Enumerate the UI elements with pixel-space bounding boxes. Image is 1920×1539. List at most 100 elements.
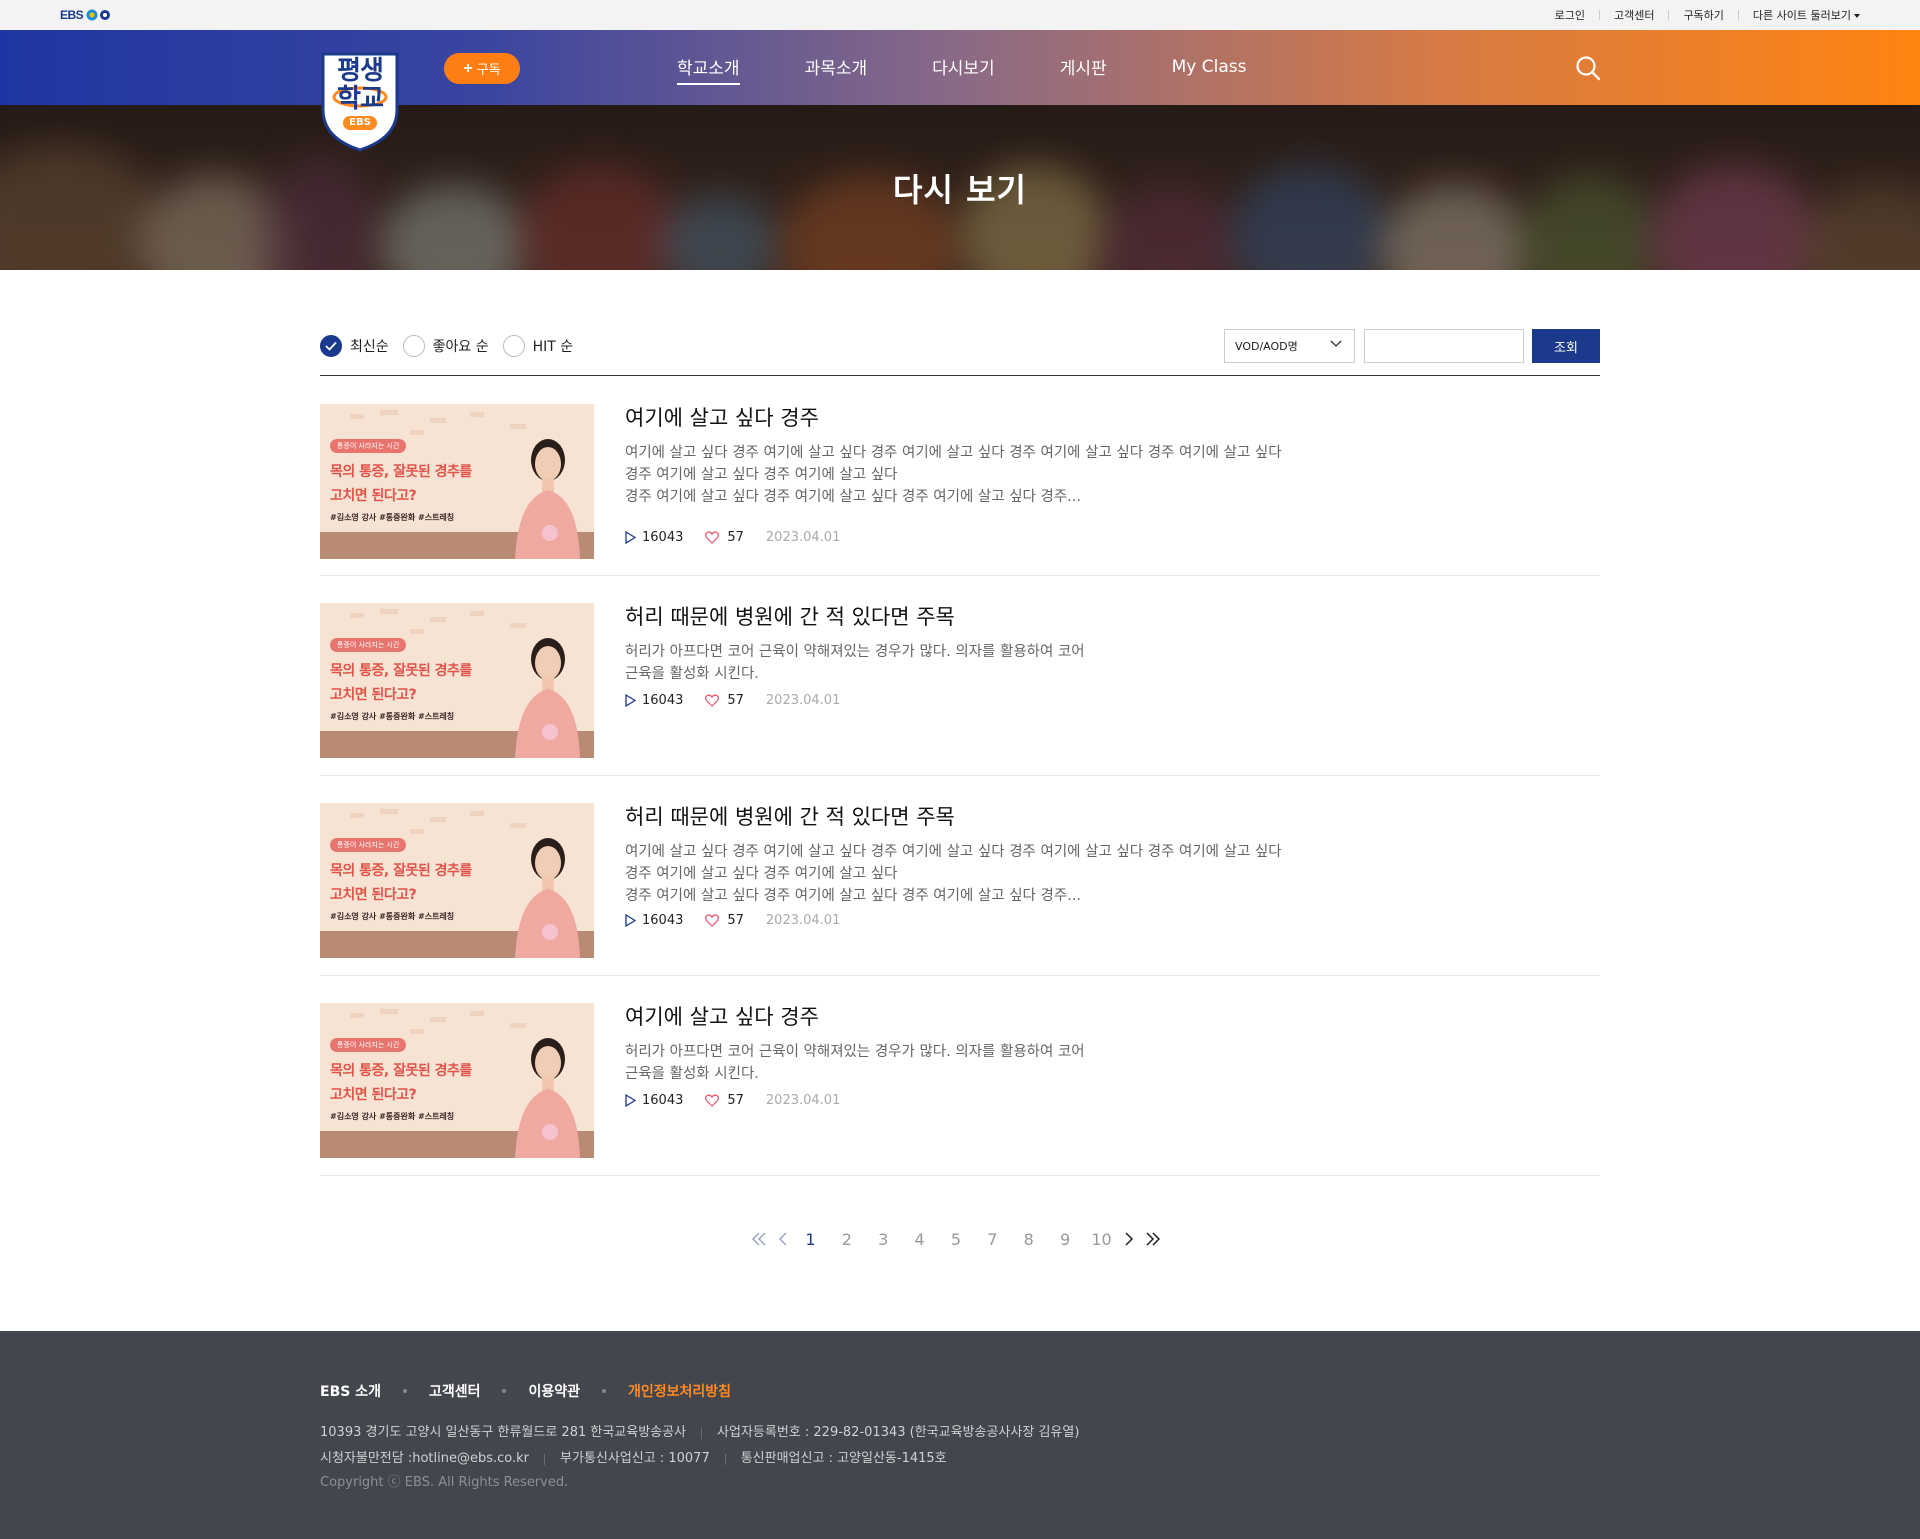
heart-icon[interactable] bbox=[705, 694, 720, 707]
search-input[interactable] bbox=[1364, 329, 1524, 363]
instructor-image bbox=[515, 1038, 580, 1158]
search-button[interactable] bbox=[1575, 55, 1601, 81]
divider bbox=[1598, 10, 1600, 20]
customer-center-link[interactable]: 고객센터 bbox=[1614, 7, 1654, 23]
play-icon bbox=[625, 1094, 636, 1107]
item-title[interactable]: 여기에 살고 싶다 경주 bbox=[625, 1001, 1325, 1031]
prev-page-icon[interactable] bbox=[774, 1230, 792, 1248]
item-meta: 16043 57 2023.04.01 bbox=[625, 530, 840, 545]
description-line: 근육을 활성화 시킨다. bbox=[625, 666, 759, 682]
nav-item-board[interactable]: 게시판 bbox=[1060, 54, 1107, 81]
page-5[interactable]: 5 bbox=[938, 1230, 974, 1249]
subscribe-label: 구독 bbox=[476, 62, 501, 77]
other-sites-label: 다른 사이트 둘러보기 bbox=[1752, 9, 1851, 22]
ebs-logo[interactable]: EBS bbox=[60, 7, 112, 23]
like-count: 57 bbox=[727, 913, 744, 928]
item-info: 허리 때문에 병원에 간 적 있다면 주목 여기에 살고 싶다 경주 여기에 살… bbox=[625, 801, 1325, 907]
other-sites-dropdown[interactable]: 다른 사이트 둘러보기 bbox=[1753, 7, 1860, 23]
instructor-image bbox=[515, 838, 580, 958]
item-info: 허리 때문에 병원에 간 적 있다면 주목 허리가 아프다면 코어 근육이 약해… bbox=[625, 601, 1325, 685]
divider bbox=[701, 1427, 703, 1439]
nav-item-my-class[interactable]: My Class bbox=[1172, 57, 1247, 79]
plus-icon: + bbox=[463, 59, 473, 77]
like-count: 57 bbox=[727, 1093, 744, 1108]
logo-line-1: 평생 bbox=[337, 56, 384, 86]
login-link[interactable]: 로그인 bbox=[1555, 7, 1585, 23]
item-meta: 16043 57 2023.04.01 bbox=[625, 1093, 840, 1108]
thumbnail[interactable]: 통증이 사라지는 시간 목의 통증, 잘못된 경추를 고치면 된다고? #김소영… bbox=[320, 803, 594, 958]
page-2[interactable]: 2 bbox=[829, 1230, 865, 1249]
sort-likes[interactable]: 좋아요 순 bbox=[402, 335, 489, 357]
sort-likes-label: 좋아요 순 bbox=[432, 339, 489, 355]
page-9[interactable]: 9 bbox=[1047, 1230, 1083, 1249]
footer-info-row: 시청자불만전담 :hotline@ebs.co.kr 부가통신사업신고 : 10… bbox=[320, 1446, 1079, 1472]
play-icon bbox=[625, 694, 636, 707]
page-4[interactable]: 4 bbox=[901, 1230, 937, 1249]
item-description: 여기에 살고 싶다 경주 여기에 살고 싶다 경주 여기에 살고 싶다 경주 여… bbox=[625, 442, 1325, 508]
sort-latest[interactable]: 최신순 bbox=[320, 335, 389, 357]
heart-icon[interactable] bbox=[705, 1094, 720, 1107]
copyright: Copyright ⓒ EBS. All Rights Reserved. bbox=[320, 1475, 569, 1490]
footer-links: EBS 소개 고객센터 이용약관 개인정보처리방침 bbox=[320, 1381, 731, 1401]
heart-icon[interactable] bbox=[705, 531, 720, 544]
footer-link-terms[interactable]: 이용약관 bbox=[528, 1381, 580, 1401]
footer-link-privacy[interactable]: 개인정보처리방침 bbox=[628, 1381, 731, 1401]
subscribe-link[interactable]: 구독하기 bbox=[1683, 7, 1723, 23]
page-10[interactable]: 10 bbox=[1083, 1230, 1119, 1249]
bullet bbox=[502, 1389, 507, 1393]
query-button[interactable]: 조회 bbox=[1532, 329, 1600, 363]
thumbnail-headline-1: 목의 통증, 잘못된 경추를 bbox=[330, 863, 472, 879]
item-date: 2023.04.01 bbox=[765, 530, 841, 545]
item-date: 2023.04.01 bbox=[765, 693, 841, 708]
radio-unchecked[interactable] bbox=[402, 335, 425, 357]
check-icon bbox=[325, 341, 337, 351]
thumbnail-headline-1: 목의 통증, 잘못된 경추를 bbox=[330, 663, 472, 679]
ecommerce-registration: 통신판매업신고 : 고양일산동-1415호 bbox=[740, 1451, 947, 1466]
last-page-icon[interactable] bbox=[1144, 1230, 1162, 1248]
telecom-registration: 부가통신사업신고 : 10077 bbox=[560, 1451, 710, 1466]
thumbnail[interactable]: 통증이 사라지는 시간 목의 통증, 잘못된 경추를 고치면 된다고? #김소영… bbox=[320, 404, 594, 559]
nav-item-school-intro[interactable]: 학교소개 bbox=[677, 54, 740, 85]
sort-options: 최신순 좋아요 순 HIT 순 bbox=[320, 335, 587, 357]
thumbnail-headline-1: 목의 통증, 잘못된 경추를 bbox=[330, 1063, 472, 1079]
thumbnail-headline-2: 고치면 된다고? bbox=[330, 488, 417, 504]
description-line: 경주 여기에 살고 싶다 경주 여기에 살고 싶다 bbox=[625, 866, 898, 882]
footer-link-customer-center[interactable]: 고객센터 bbox=[429, 1381, 481, 1401]
footer-link-about[interactable]: EBS 소개 bbox=[320, 1381, 381, 1401]
list-item: 통증이 사라지는 시간 목의 통증, 잘못된 경추를 고치면 된다고? #김소영… bbox=[320, 776, 1600, 976]
chevron-down-icon bbox=[1330, 340, 1342, 347]
pagination: 1 2 3 4 5 7 8 9 10 bbox=[0, 1225, 1920, 1253]
thumbnail[interactable]: 통증이 사라지는 시간 목의 통증, 잘못된 경추를 고치면 된다고? #김소영… bbox=[320, 603, 594, 758]
description-line: 경주 여기에 살고 싶다 경주 여기에 살고 싶다 경주 여기에 살고 싶다 경… bbox=[625, 888, 1081, 904]
thumbnail-tag: 통증이 사라지는 시간 bbox=[330, 838, 407, 852]
item-date: 2023.04.01 bbox=[765, 913, 841, 928]
radio-unchecked[interactable] bbox=[502, 335, 525, 357]
item-title[interactable]: 허리 때문에 병원에 간 적 있다면 주목 bbox=[625, 601, 1325, 631]
item-title[interactable]: 허리 때문에 병원에 간 적 있다면 주목 bbox=[625, 801, 1325, 831]
radio-checked[interactable] bbox=[320, 335, 342, 357]
subscribe-button[interactable]: + 구독 bbox=[444, 53, 520, 84]
search-type-select[interactable]: VOD/AOD명 bbox=[1224, 329, 1355, 363]
utility-bar: EBS 로그인 고객센터 구독하기 다른 사이트 둘러보기 bbox=[0, 0, 1920, 30]
page-3[interactable]: 3 bbox=[865, 1230, 901, 1249]
nav-item-subject-intro[interactable]: 과목소개 bbox=[805, 54, 868, 81]
thumbnail[interactable]: 통증이 사라지는 시간 목의 통증, 잘못된 경추를 고치면 된다고? #김소영… bbox=[320, 1003, 594, 1158]
page-7[interactable]: 7 bbox=[974, 1230, 1010, 1249]
list-item: 통증이 사라지는 시간 목의 통증, 잘못된 경추를 고치면 된다고? #김소영… bbox=[320, 376, 1600, 576]
page-1[interactable]: 1 bbox=[792, 1230, 828, 1249]
instructor-image bbox=[515, 439, 580, 559]
page-8[interactable]: 8 bbox=[1011, 1230, 1047, 1249]
search-icon bbox=[1576, 56, 1601, 81]
divider bbox=[544, 1453, 546, 1465]
sort-hit[interactable]: HIT 순 bbox=[502, 335, 574, 357]
sort-hit-label: HIT 순 bbox=[532, 339, 574, 355]
pagination-inner: 1 2 3 4 5 7 8 9 10 bbox=[750, 1230, 1162, 1249]
thumbnail-headline-2: 고치면 된다고? bbox=[330, 1087, 417, 1103]
next-page-icon[interactable] bbox=[1120, 1230, 1138, 1248]
footer: EBS 소개 고객센터 이용약관 개인정보처리방침 10393 경기도 고양시 … bbox=[0, 1331, 1920, 1539]
heart-icon[interactable] bbox=[705, 914, 720, 927]
bullet bbox=[402, 1389, 407, 1393]
first-page-icon[interactable] bbox=[750, 1230, 768, 1248]
nav-item-replay[interactable]: 다시보기 bbox=[932, 54, 995, 81]
item-title[interactable]: 여기에 살고 싶다 경주 bbox=[625, 402, 1325, 432]
